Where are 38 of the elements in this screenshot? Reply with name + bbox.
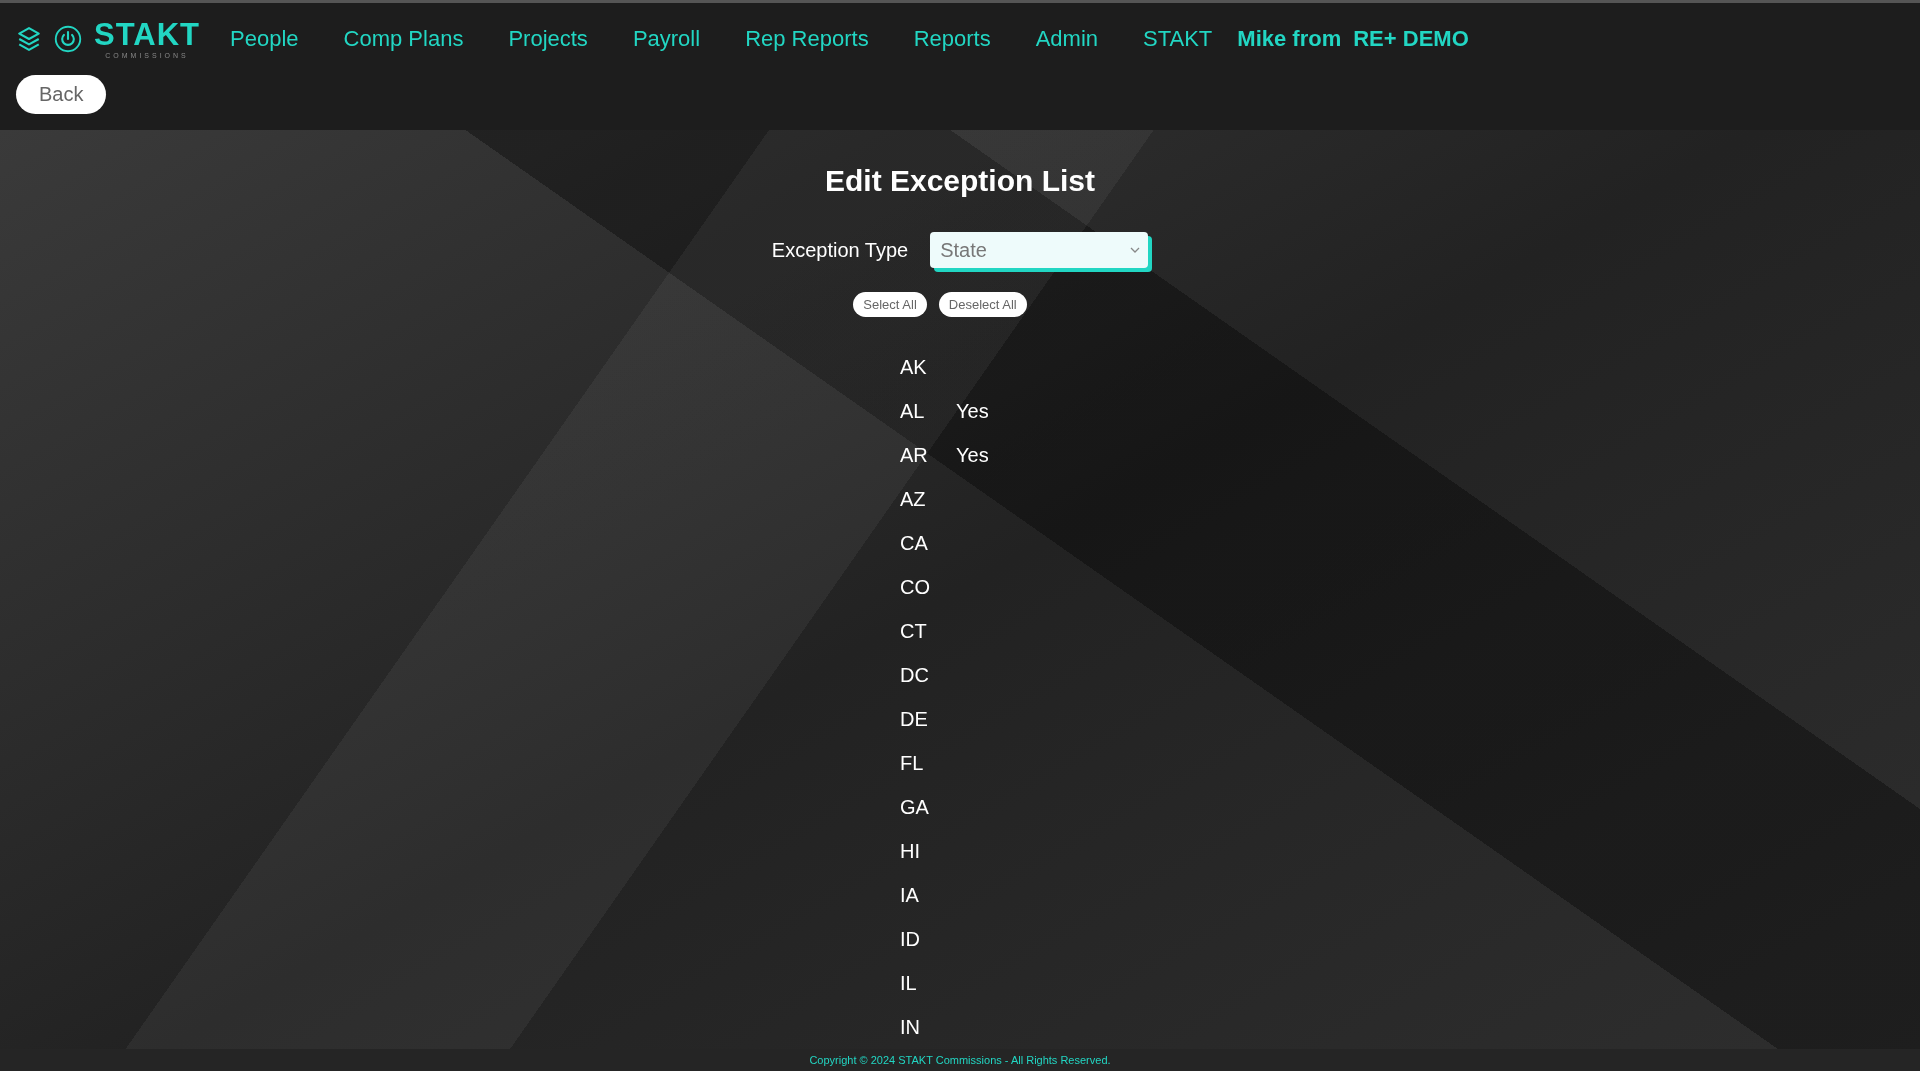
state-code[interactable]: IN <box>900 1015 930 1039</box>
nav-link[interactable]: People <box>230 26 299 52</box>
copyright-text: Copyright © 2024 STAKT Commissions - All Rights Reserved. <box>809 1054 1111 1066</box>
state-code[interactable]: AR <box>900 443 930 467</box>
select-toggle-button[interactable]: Deselect All <box>938 292 1027 317</box>
state-code[interactable]: IA <box>900 883 930 907</box>
state-code[interactable]: GA <box>900 795 930 819</box>
page-title: Edit Exception List <box>825 164 1095 198</box>
nav-link[interactable]: Reports <box>913 26 991 52</box>
nav-link[interactable]: Projects <box>508 26 588 52</box>
power-icon[interactable] <box>54 25 82 53</box>
state-code[interactable]: DE <box>900 707 930 731</box>
logo-text[interactable]: STAKT <box>94 19 201 50</box>
state-code[interactable]: IL <box>900 971 930 995</box>
state-code[interactable]: DC <box>900 663 930 687</box>
state-code[interactable]: AK <box>900 355 930 379</box>
select-toggle-button[interactable]: Select All <box>853 292 927 317</box>
exception-value: Yes <box>956 443 989 467</box>
user-name: Mike from <box>1237 26 1342 52</box>
nav-link[interactable]: Admin <box>1035 26 1099 52</box>
state-code[interactable]: HI <box>900 839 930 863</box>
state-code[interactable]: ID <box>900 927 930 951</box>
state-code[interactable]: CO <box>900 575 930 599</box>
state-code[interactable]: AL <box>900 399 930 423</box>
stack-icon[interactable] <box>16 26 42 52</box>
company-name: RE+ DEMO <box>1353 26 1469 52</box>
chevron-down-icon <box>1130 247 1141 253</box>
field-label: Exception Type <box>771 238 909 262</box>
state-code[interactable]: FL <box>900 751 930 775</box>
exception-value: Yes <box>956 399 989 423</box>
back-button[interactable]: Back <box>16 75 107 114</box>
state-code[interactable]: AZ <box>900 487 930 511</box>
nav-link[interactable]: Comp Plans <box>343 26 464 52</box>
state-code[interactable]: CT <box>900 619 930 643</box>
nav-link[interactable]: STAKT <box>1143 26 1213 52</box>
state-code[interactable]: CA <box>900 531 930 555</box>
nav-link[interactable]: Rep Reports <box>745 26 869 52</box>
nav-link[interactable]: Payroll <box>632 26 701 52</box>
